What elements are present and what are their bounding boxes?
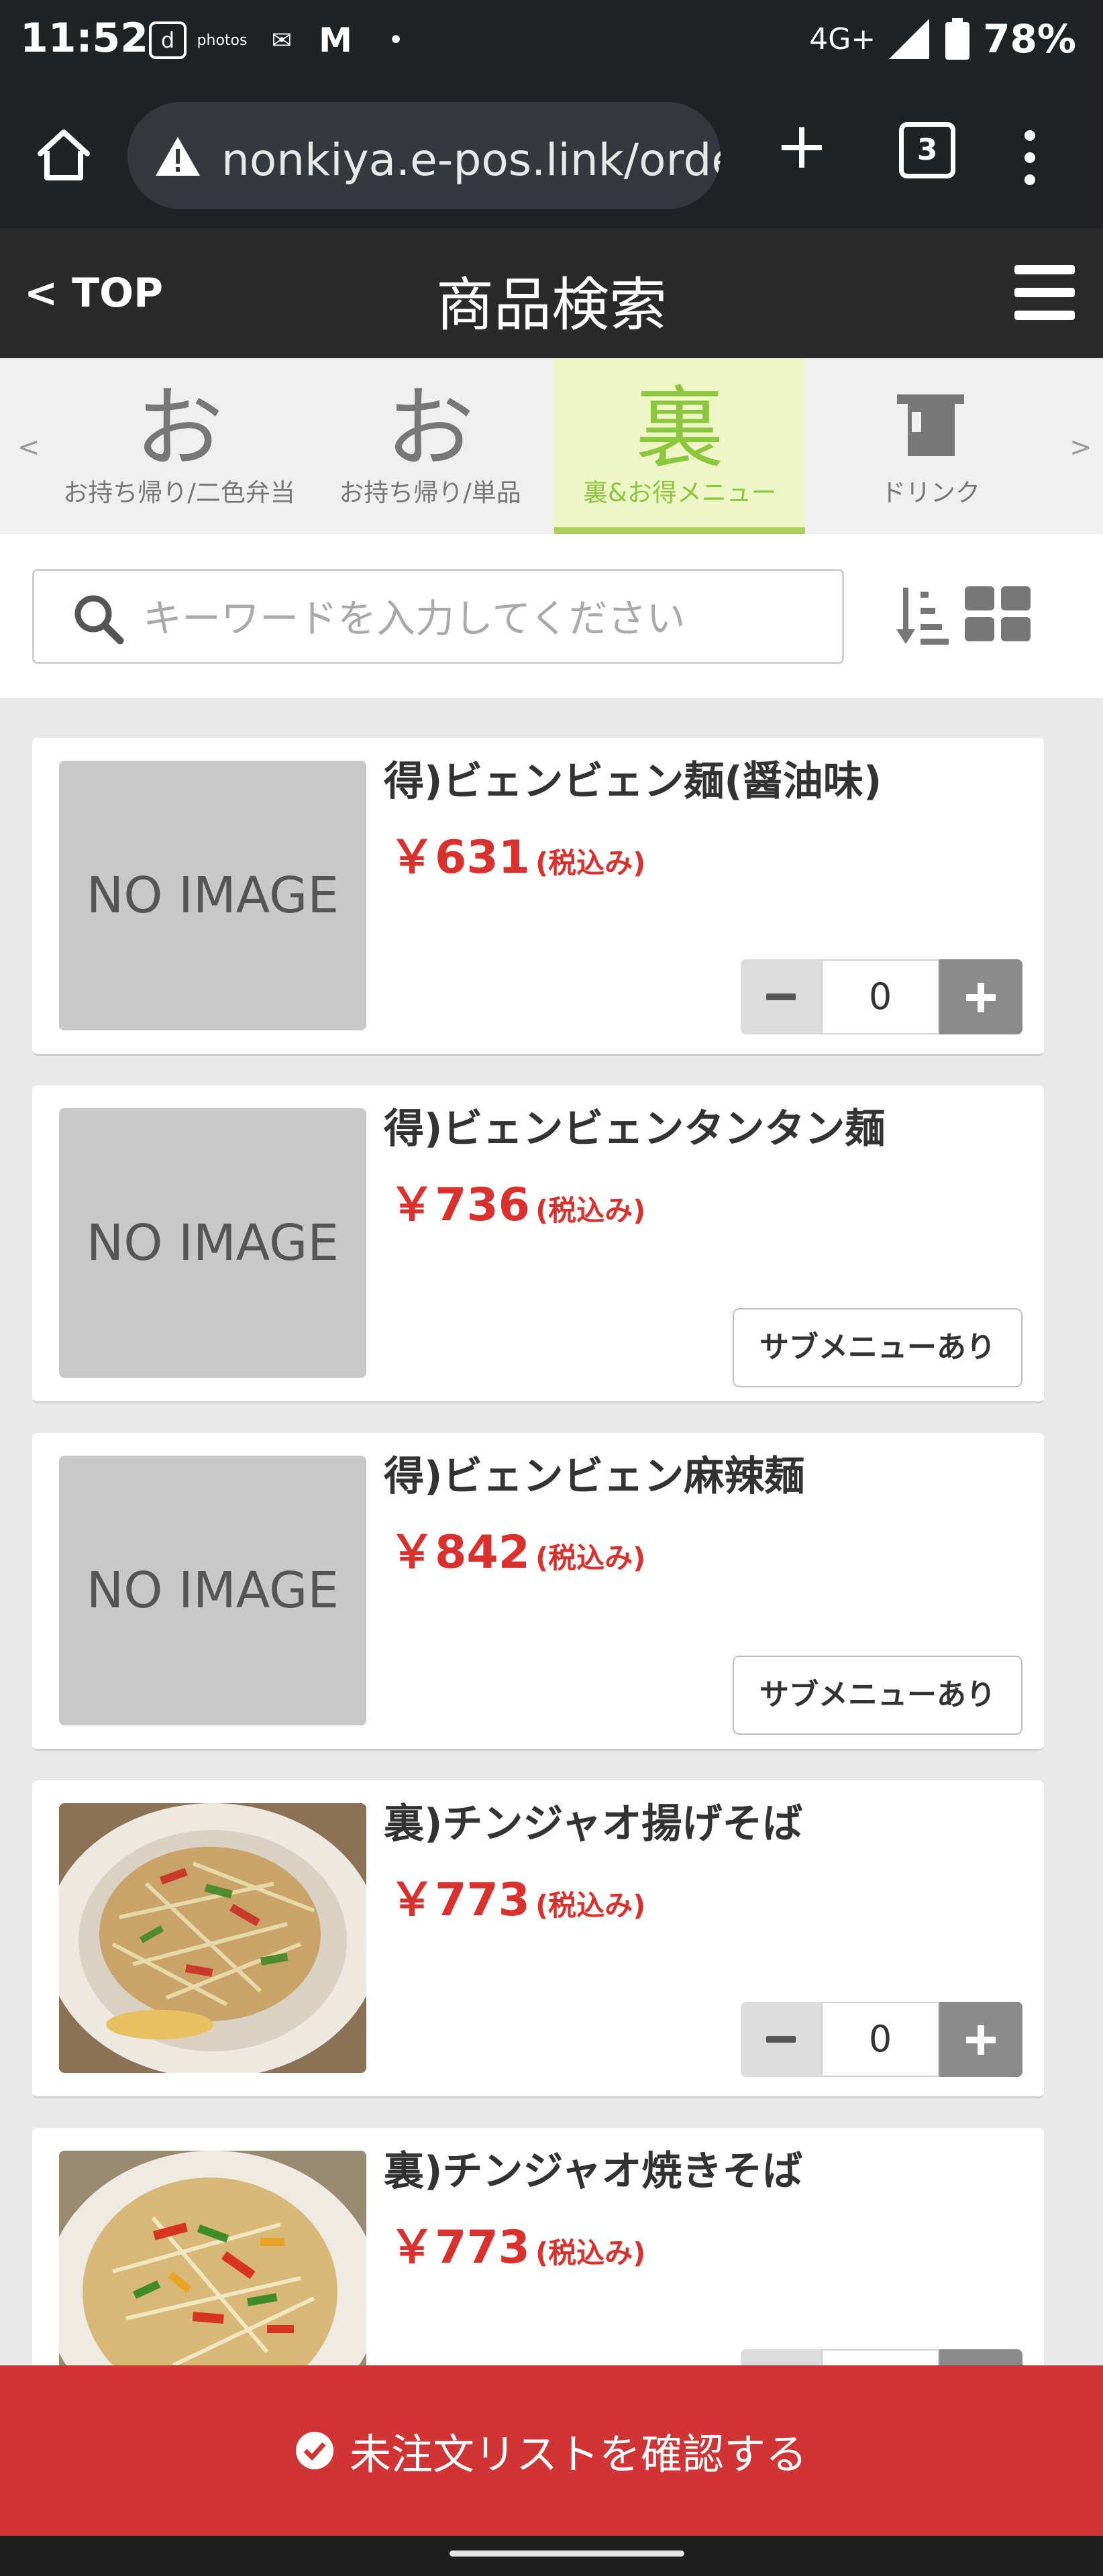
- increase-button[interactable]: [939, 959, 1022, 1034]
- submenu-button[interactable]: サブメニューあり: [733, 1656, 1022, 1735]
- network-type: 4G+: [809, 21, 876, 56]
- price-tax-note: (税込み): [535, 1542, 646, 1574]
- category-next-arrow[interactable]: >: [1069, 432, 1092, 463]
- price-amount: ￥773: [389, 2221, 530, 2274]
- check-circle-icon: [295, 2432, 333, 2469]
- browser-toolbar: nonkiya.e-pos.link/order + 3: [0, 87, 1103, 228]
- fried-noodles-photo: [59, 1803, 366, 2073]
- home-icon[interactable]: [34, 124, 94, 184]
- url-text[interactable]: nonkiya.e-pos.link/order: [221, 134, 721, 186]
- price-amount: ￥631: [389, 831, 530, 884]
- notification-d-icon: d: [149, 21, 187, 59]
- drink-icon: [897, 394, 964, 456]
- product-name: 得)ビェンビェン麺(醤油味): [384, 758, 882, 805]
- price-amount: ￥773: [389, 1874, 530, 1927]
- price-tax-note: (税込み): [535, 847, 646, 879]
- gesture-handle[interactable]: [450, 2551, 684, 2557]
- product-image-placeholder: NO IMAGE: [59, 1108, 366, 1378]
- product-card[interactable]: NO IMAGE 得)ビェンビェンタンタン麺 ￥736 (税込み) サブメニューあ…: [32, 1085, 1044, 1403]
- warning-icon[interactable]: [154, 136, 201, 177]
- category-glyph: 裏: [635, 377, 724, 480]
- category-tab-drink[interactable]: ドリンク: [805, 358, 1056, 534]
- product-card[interactable]: NO IMAGE 得)ビェンビェン麻辣麺 ￥842 (税込み) サブメニューあり: [32, 1433, 1044, 1751]
- quantity-input[interactable]: 0: [821, 959, 939, 1034]
- product-price: ￥736 (税込み): [389, 1167, 645, 1234]
- price-tax-note: (税込み): [535, 2237, 646, 2269]
- category-tab-special-menu[interactable]: 裏 裏&お得メニュー: [554, 358, 805, 534]
- signal-icon: [889, 19, 930, 59]
- hamburger-menu-icon[interactable]: [1014, 265, 1075, 321]
- search-icon: [74, 595, 124, 645]
- category-bar: < お お持ち帰り/二色弁当 お お持ち帰り/単品 裏 裏&お得メニュー ドリン…: [0, 358, 1103, 534]
- more-options-icon[interactable]: [1013, 127, 1047, 188]
- product-photo: [59, 1803, 366, 2073]
- product-name: 裏)チンジャオ揚げそば: [384, 1801, 803, 1847]
- new-tab-button[interactable]: +: [772, 113, 832, 178]
- category-label: ドリンク: [881, 478, 980, 507]
- decrease-button[interactable]: [741, 2002, 821, 2077]
- quantity-stepper: 0: [741, 2002, 1022, 2077]
- category-glyph: お: [386, 377, 474, 480]
- sort-icon[interactable]: [896, 585, 950, 645]
- product-price: ￥773 (税込み): [389, 2210, 645, 2276]
- tab-switcher-button[interactable]: 3: [899, 122, 955, 178]
- submenu-button[interactable]: サブメニューあり: [733, 1308, 1022, 1387]
- search-input[interactable]: [142, 584, 815, 653]
- product-image-placeholder: NO IMAGE: [59, 1456, 366, 1725]
- price-amount: ￥842: [389, 1526, 530, 1579]
- notification-gmail-icon: M: [319, 21, 352, 60]
- page-title: 商品検索: [436, 272, 667, 339]
- notification-dot-icon: •: [388, 25, 404, 56]
- search-box[interactable]: [32, 569, 844, 664]
- grid-view-icon[interactable]: [965, 586, 1031, 643]
- app-header: < TOP 商品検索: [0, 228, 1103, 358]
- price-tax-note: (税込み): [535, 1889, 646, 1922]
- product-image-placeholder: NO IMAGE: [59, 761, 366, 1030]
- decrease-button[interactable]: [741, 959, 821, 1034]
- product-price: ￥631 (税込み): [389, 820, 645, 886]
- product-price: ￥773 (税込み): [389, 1862, 645, 1929]
- product-card[interactable]: 裏)チンジャオ揚げそば ￥773 (税込み) 0: [32, 1780, 1044, 2098]
- address-bar[interactable]: nonkiya.e-pos.link/order: [127, 102, 721, 209]
- product-price: ￥842 (税込み): [389, 1515, 645, 1581]
- notification-photos-icon: photos: [197, 32, 248, 49]
- category-label: お持ち帰り/単品: [339, 478, 521, 507]
- category-label: 裏&お得メニュー: [583, 478, 776, 507]
- product-name: 得)ビェンビェン麻辣麺: [384, 1453, 805, 1500]
- product-name: 裏)チンジャオ焼きそば: [384, 2148, 803, 2195]
- confirm-label: 未注文リストを確認する: [349, 2430, 807, 2479]
- price-tax-note: (税込み): [535, 1194, 646, 1227]
- quantity-input[interactable]: 0: [821, 2002, 939, 2077]
- product-card[interactable]: NO IMAGE 得)ビェンビェン麺(醤油味) ￥631 (税込み) 0: [32, 738, 1044, 1056]
- battery-icon: [945, 18, 970, 60]
- category-tab-takeout-single[interactable]: お お持ち帰り/単品: [305, 358, 556, 534]
- quantity-stepper: 0: [741, 959, 1022, 1034]
- category-glyph: お: [135, 377, 223, 480]
- battery-percent: 78%: [983, 16, 1076, 62]
- product-name: 得)ビェンビェンタンタン麺: [384, 1106, 886, 1152]
- category-tab-takeout-bento[interactable]: お お持ち帰り/二色弁当: [54, 358, 305, 534]
- system-nav-bar: [0, 2536, 1103, 2576]
- status-time: 11:52: [20, 15, 148, 62]
- price-amount: ￥736: [389, 1179, 530, 1232]
- category-label: お持ち帰り/二色弁当: [63, 478, 295, 507]
- search-area: [0, 534, 1103, 698]
- increase-button[interactable]: [939, 2002, 1022, 2077]
- notification-mail-icon: ✉: [271, 26, 293, 54]
- status-bar: 11:52 d photos ✉ M • 4G+ 78%: [0, 0, 1103, 87]
- confirm-order-list-button[interactable]: 未注文リストを確認する: [0, 2365, 1103, 2536]
- category-prev-arrow[interactable]: <: [17, 432, 40, 463]
